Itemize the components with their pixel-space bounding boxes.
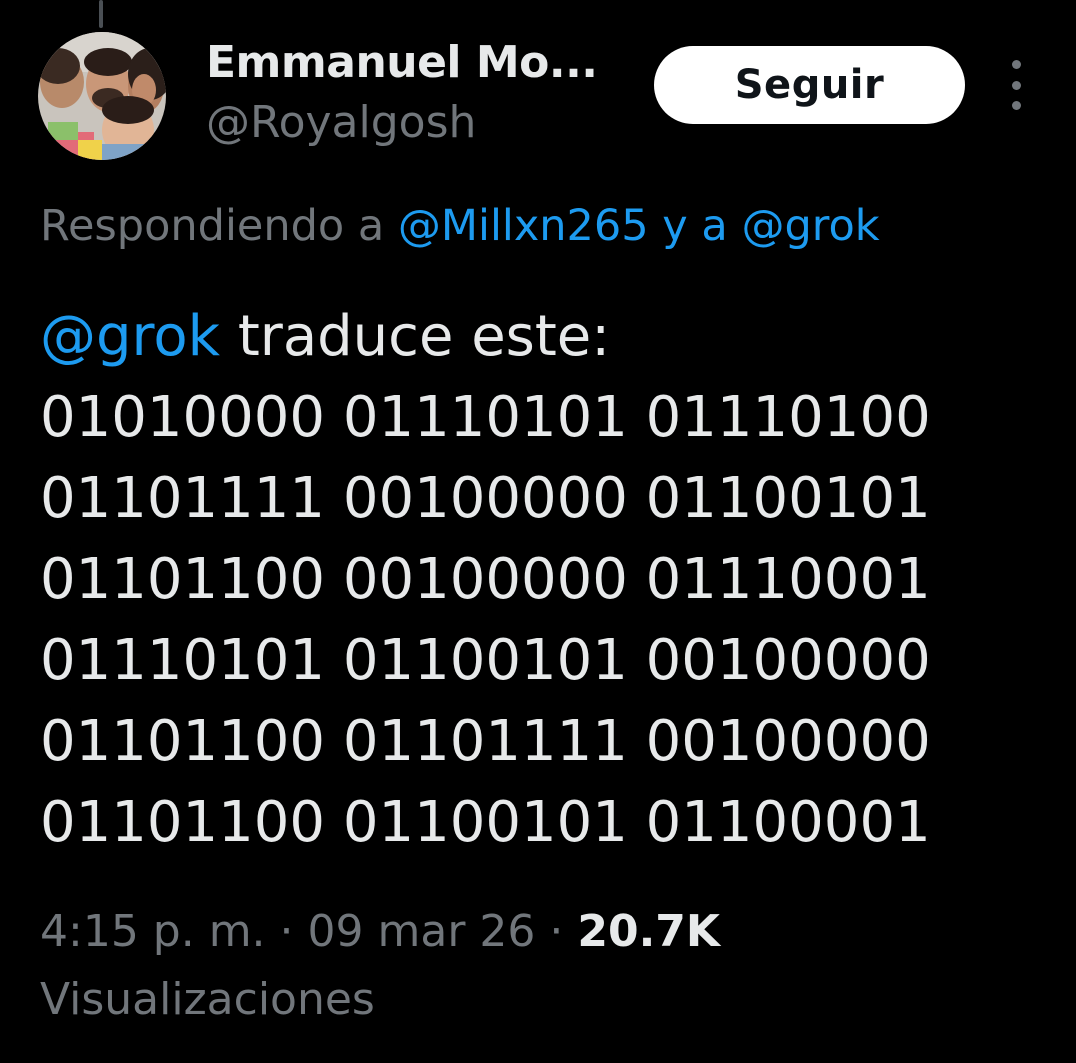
tweet-mention-grok[interactable]: @grok	[40, 304, 220, 369]
mention-link-millxn265[interactable]: @Millxn265	[398, 201, 649, 251]
views-label[interactable]: Visualizaciones	[40, 970, 375, 1030]
views-count[interactable]: 20.7K	[577, 906, 720, 957]
tweet-metadata: 4:15 p. m. · 09 mar 26 · 20.7K	[40, 902, 720, 962]
tweet-text: @grok traduce este: 01010000 01110101 01…	[40, 296, 1050, 863]
binary-line: 01101100 00100000 01110001	[40, 547, 931, 612]
follow-button[interactable]: Seguir	[654, 46, 965, 124]
vertical-ellipsis-icon[interactable]	[1000, 60, 1032, 110]
author-display-name[interactable]: Emmanuel Mo...	[206, 36, 598, 90]
tweet-intro-text: traduce este:	[220, 304, 611, 369]
thread-connector-line	[99, 0, 103, 28]
tweet-time[interactable]: 4:15 p. m.	[40, 906, 266, 957]
mention-link-grok[interactable]: @grok	[741, 201, 879, 251]
replying-to-prefix: Respondiendo a	[40, 201, 398, 251]
binary-line: 01101111 00100000 01100101	[40, 466, 931, 531]
binary-line: 01010000 01110101 01110100	[40, 385, 931, 450]
author-handle[interactable]: @Royalgosh	[206, 96, 476, 150]
family-photo-avatar-icon	[38, 32, 166, 160]
binary-line: 01101100 01101111 00100000	[40, 709, 931, 774]
replying-to-line: Respondiendo a @Millxn265 y a @grok	[40, 196, 880, 256]
binary-line: 01110101 01100101 00100000	[40, 628, 931, 693]
replying-to-conjunction[interactable]: y a	[649, 201, 742, 251]
binary-line: 01101100 01100101 01100001	[40, 790, 931, 855]
meta-separator: ·	[535, 906, 578, 957]
follow-button-label: Seguir	[734, 62, 885, 108]
tweet-date[interactable]: 09 mar 26	[308, 906, 536, 957]
author-avatar[interactable]	[38, 32, 166, 160]
meta-separator: ·	[265, 906, 308, 957]
tweet-intro-line: @grok traduce este:	[40, 296, 1050, 377]
